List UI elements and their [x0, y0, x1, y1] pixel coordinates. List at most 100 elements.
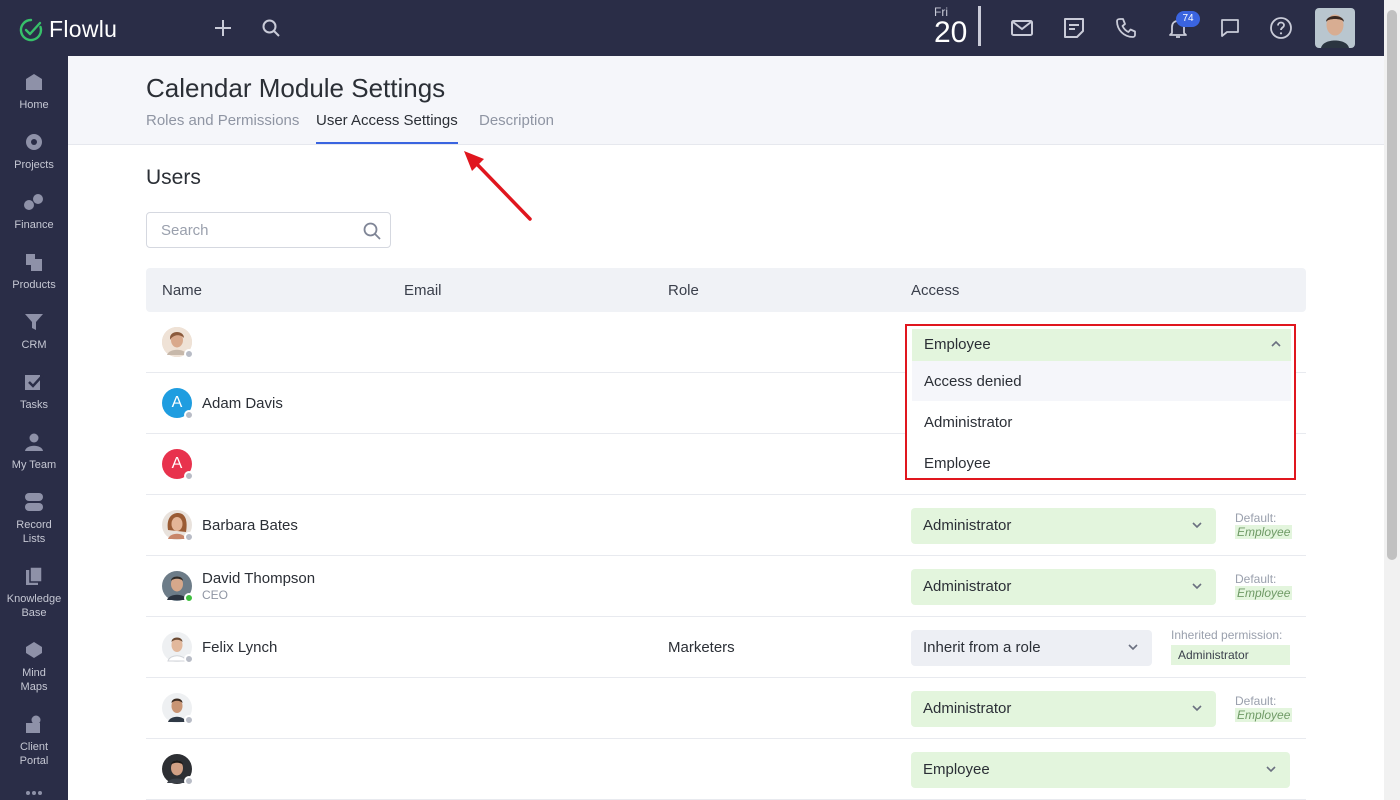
column-email[interactable]: Email [404, 282, 442, 299]
option-access-denied[interactable]: Access denied [912, 361, 1291, 401]
user-name[interactable]: David Thompson [202, 570, 315, 587]
tab-user-access-settings[interactable]: User Access Settings [316, 112, 458, 144]
search-icon[interactable] [257, 14, 285, 42]
user-name[interactable]: Adam Davis [202, 395, 283, 412]
access-select[interactable]: Inherit from a role [911, 630, 1152, 666]
avatar[interactable] [162, 632, 194, 664]
mail-icon[interactable] [1008, 14, 1036, 42]
column-name[interactable]: Name [162, 282, 202, 299]
page-header: Calendar Module Settings Roles and Permi… [68, 56, 1384, 145]
search-icon[interactable] [362, 221, 382, 241]
status-dot [184, 776, 194, 786]
user-title: CEO [202, 588, 229, 602]
sidebar-item-mind-maps[interactable]: Mind Maps [0, 640, 68, 694]
sidebar-item-crm[interactable]: CRM [0, 312, 68, 352]
sidebar-item-finance[interactable]: Finance [0, 192, 68, 232]
table-row: Barbara Bates Administrator Default: Emp… [146, 495, 1306, 556]
record-lists-icon [25, 493, 43, 511]
notification-badge: 74 [1176, 11, 1200, 27]
access-selected-value: Employee [924, 336, 991, 353]
help-icon[interactable] [1267, 14, 1295, 42]
access-select[interactable]: Administrator [911, 569, 1216, 605]
avatar[interactable] [162, 510, 194, 542]
current-user-avatar[interactable] [1315, 8, 1355, 48]
add-icon[interactable] [209, 14, 237, 42]
user-role: Marketers [668, 639, 735, 656]
sidebar-item-tasks[interactable]: Tasks [0, 372, 68, 412]
access-value: Administrator [923, 517, 1012, 534]
client-portal-icon [26, 715, 41, 733]
table-row: Employee [146, 739, 1306, 800]
status-dot [184, 654, 194, 664]
option-label: Administrator [924, 414, 1013, 431]
phone-icon[interactable] [1112, 14, 1140, 42]
avatar[interactable]: A [162, 449, 194, 481]
access-value: Administrator [923, 700, 1012, 717]
option-employee[interactable]: Employee [912, 443, 1291, 483]
sidebar-item-client-portal[interactable]: Client Portal [0, 714, 68, 768]
sidebar-label-home: Home [19, 99, 49, 111]
status-dot [184, 471, 194, 481]
sidebar-item-projects[interactable]: Projects [0, 132, 68, 172]
notes-icon[interactable] [1060, 14, 1088, 42]
calendar-date[interactable]: Fri 20 [928, 4, 980, 49]
app-name: Flowlu [49, 16, 118, 42]
user-name[interactable]: Felix Lynch [202, 639, 277, 656]
avatar[interactable] [162, 327, 194, 359]
sidebar-label-tasks: Tasks [19, 399, 49, 411]
date-number: 20 [934, 16, 968, 49]
avatar[interactable] [162, 693, 194, 725]
tab-roles-and-permissions[interactable]: Roles and Permissions [146, 112, 299, 144]
knowledge-base-icon [26, 566, 43, 585]
status-dot [184, 532, 194, 542]
avatar[interactable] [162, 754, 194, 786]
status-dot [184, 593, 194, 603]
access-dropdown: Employee Access denied Administrator Emp… [905, 324, 1296, 480]
home-icon [26, 74, 42, 90]
search-box [146, 212, 391, 248]
sidebar-more[interactable] [0, 788, 68, 800]
sidebar-item-my-team[interactable]: My Team [0, 432, 68, 472]
sidebar-label-my-team: My Team [11, 459, 57, 471]
status-dot [184, 715, 194, 725]
scrollbar-thumb[interactable] [1387, 10, 1397, 560]
sidebar-item-knowledge-base[interactable]: Knowledge Base [0, 566, 68, 620]
sidebar-label-knowledge-base: Knowledge Base [6, 593, 62, 619]
column-access[interactable]: Access [911, 282, 959, 299]
table-row: David Thompson CEO Administrator Default… [146, 556, 1306, 617]
avatar-initial: A [171, 394, 183, 411]
annotation-arrow [464, 151, 532, 221]
table-row: Administrator Default: Employee [146, 678, 1306, 739]
access-value: Inherit from a role [923, 639, 1041, 656]
chevron-down-icon [1192, 522, 1202, 529]
access-select[interactable]: Employee [911, 752, 1290, 788]
mind-maps-icon [26, 642, 42, 658]
avatar[interactable]: A [162, 388, 194, 420]
search-input[interactable] [161, 222, 361, 239]
access-select[interactable]: Administrator [911, 508, 1216, 544]
inherited-permission-value: Administrator [1171, 645, 1290, 665]
flowlu-logo[interactable]: Flowlu [19, 16, 117, 43]
sidebar-item-products[interactable]: Products [0, 252, 68, 292]
date-divider [978, 6, 981, 46]
sidebar-item-home[interactable]: Home [0, 72, 68, 112]
page-title: Calendar Module Settings [146, 73, 446, 103]
page-scrollbar[interactable] [1384, 0, 1400, 800]
column-role[interactable]: Role [668, 282, 699, 299]
chevron-down-icon [1192, 583, 1202, 590]
default-label: Default: [1235, 511, 1277, 525]
table-row: Felix Lynch Marketers Inherit from a rol… [146, 617, 1306, 678]
projects-icon [26, 134, 42, 150]
default-value: Employee [1235, 525, 1293, 539]
users-title: Users [146, 166, 201, 189]
access-select[interactable]: Administrator [911, 691, 1216, 727]
option-administrator[interactable]: Administrator [912, 402, 1291, 442]
sidebar-item-record-lists[interactable]: Record Lists [0, 492, 68, 546]
avatar[interactable] [162, 571, 194, 603]
avatar-initial: A [171, 455, 183, 472]
user-name[interactable]: Barbara Bates [202, 517, 298, 534]
access-select-open[interactable]: Employee [912, 329, 1291, 361]
sidebar-label-mind-maps: Mind Maps [20, 667, 48, 693]
tab-description[interactable]: Description [479, 112, 554, 144]
chat-icon[interactable] [1216, 14, 1244, 42]
